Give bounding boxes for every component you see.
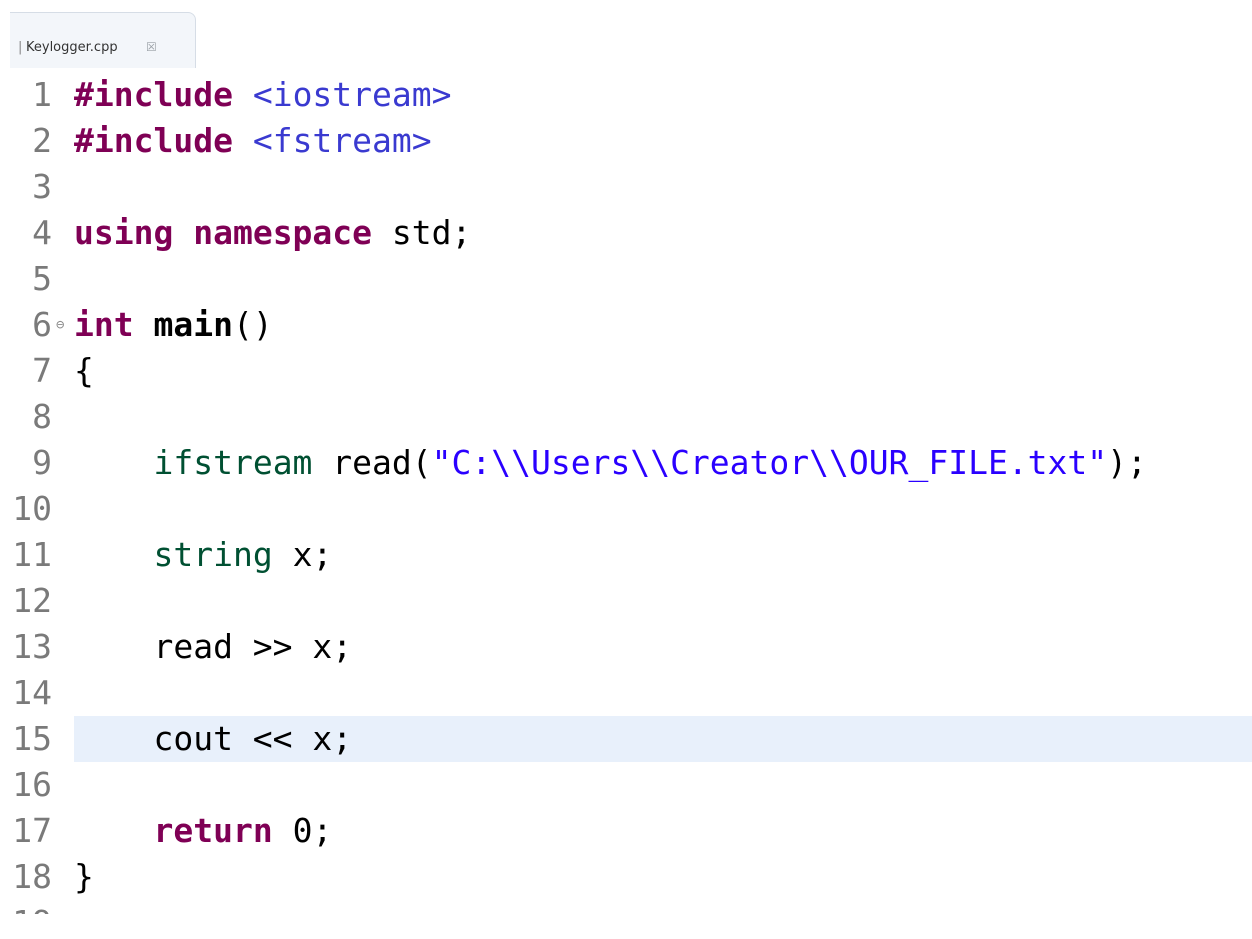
code-line[interactable]: 7{ [0, 348, 1252, 394]
line-code: int main() [74, 302, 273, 348]
line-code: read >> x; [74, 624, 352, 670]
tab-separator: | [18, 40, 23, 55]
token-type: ifstream [153, 443, 313, 482]
token: () [232, 305, 273, 344]
token: } [74, 857, 94, 896]
code-line[interactable]: 17 return 0; [0, 808, 1252, 854]
line-number: 1 [32, 75, 52, 114]
token: x; [272, 535, 333, 574]
fold-collapse-icon[interactable]: ⊖ [56, 302, 64, 348]
token: ); [1107, 443, 1147, 482]
line-code: string x; [74, 532, 332, 578]
line-number: 5 [32, 259, 52, 298]
code-line[interactable]: 1 #include <iostream> [0, 72, 1252, 118]
line-number: 11 [12, 535, 52, 574]
line-number: 9 [32, 443, 52, 482]
token: { [74, 351, 94, 390]
line-number: 16 [12, 765, 52, 804]
code-line[interactable]: 3 [0, 164, 1252, 210]
line-number: 18 [12, 857, 52, 896]
code-line[interactable]: 14 [0, 670, 1252, 716]
line-code: cout << x; [74, 716, 352, 762]
close-tab-icon[interactable]: ☒ [146, 40, 157, 54]
token-inc: <fstream> [252, 121, 432, 160]
line-number: 7 [32, 351, 52, 390]
line-code: #include <iostream> [74, 72, 452, 118]
token-kw: namespace [193, 213, 373, 252]
line-code: ifstream read("C:\\Users\\Creator\\OUR_F… [74, 440, 1147, 486]
token-str: "C:\\Users\\Creator\\OUR_FILE.txt" [431, 443, 1108, 482]
line-number: 4 [32, 213, 52, 252]
line-code: } [74, 854, 94, 900]
code-area[interactable]: 1 #include <iostream> 2 #include <fstream> 3… [0, 72, 1252, 939]
token: read >> x; [74, 627, 353, 666]
token-kw: int [74, 305, 134, 344]
token-kw: return [153, 811, 273, 850]
code-line[interactable]: 12 [0, 578, 1252, 624]
line-code: { [74, 348, 94, 394]
line-number: 8 [32, 397, 52, 436]
token-kw: #include [74, 121, 233, 160]
token-type: string [153, 535, 273, 574]
code-editor[interactable]: | Keylogger.cpp ☒ 1 #include <iostream> 2 #… [0, 0, 1252, 939]
line-number: 3 [32, 167, 52, 206]
token: read( [312, 443, 432, 482]
code-line[interactable]: 2 #include <fstream> [0, 118, 1252, 164]
code-line[interactable]: 16 [0, 762, 1252, 808]
code-line[interactable]: 5 [0, 256, 1252, 302]
code-line[interactable]: 9 ifstream read("C:\\Users\\Creator\\OUR… [0, 440, 1252, 486]
line-number: 6 [32, 305, 52, 344]
line-code: #include <fstream> [74, 118, 432, 164]
code-line[interactable]: 19 [0, 900, 1252, 939]
token-bold: main [153, 305, 233, 344]
line-number: 12 [12, 581, 52, 620]
editor-tab-bar: | Keylogger.cpp ☒ [0, 0, 1252, 68]
code-line[interactable]: 6 ⊖ int main() [0, 302, 1252, 348]
line-number: 19 [0, 900, 52, 914]
tab-title[interactable]: Keylogger.cpp [26, 40, 118, 55]
code-line[interactable]: 4 using namespace std; [0, 210, 1252, 256]
token: 0; [272, 811, 333, 850]
code-line[interactable]: 18} [0, 854, 1252, 900]
token-kw: using [74, 213, 174, 252]
line-code: return 0; [74, 808, 332, 854]
token: std; [372, 213, 472, 252]
code-line[interactable]: 10 [0, 486, 1252, 532]
code-line[interactable]: 11 string x; [0, 532, 1252, 578]
line-number: 14 [12, 673, 52, 712]
line-number: 13 [12, 627, 52, 666]
token-inc: <iostream> [252, 75, 452, 114]
line-number-clipped: 19 [0, 900, 52, 914]
code-line[interactable]: 8 [0, 394, 1252, 440]
line-code: using namespace std; [74, 210, 471, 256]
line-number: 10 [12, 489, 52, 528]
code-line[interactable]: 13 read >> x; [0, 624, 1252, 670]
token: cout << x; [74, 719, 353, 758]
token-kw: #include [74, 75, 233, 114]
line-number: 17 [12, 811, 52, 850]
line-number: 15 [12, 719, 52, 758]
line-number: 2 [32, 121, 52, 160]
code-line-current[interactable]: 15 cout << x; [0, 716, 1252, 762]
